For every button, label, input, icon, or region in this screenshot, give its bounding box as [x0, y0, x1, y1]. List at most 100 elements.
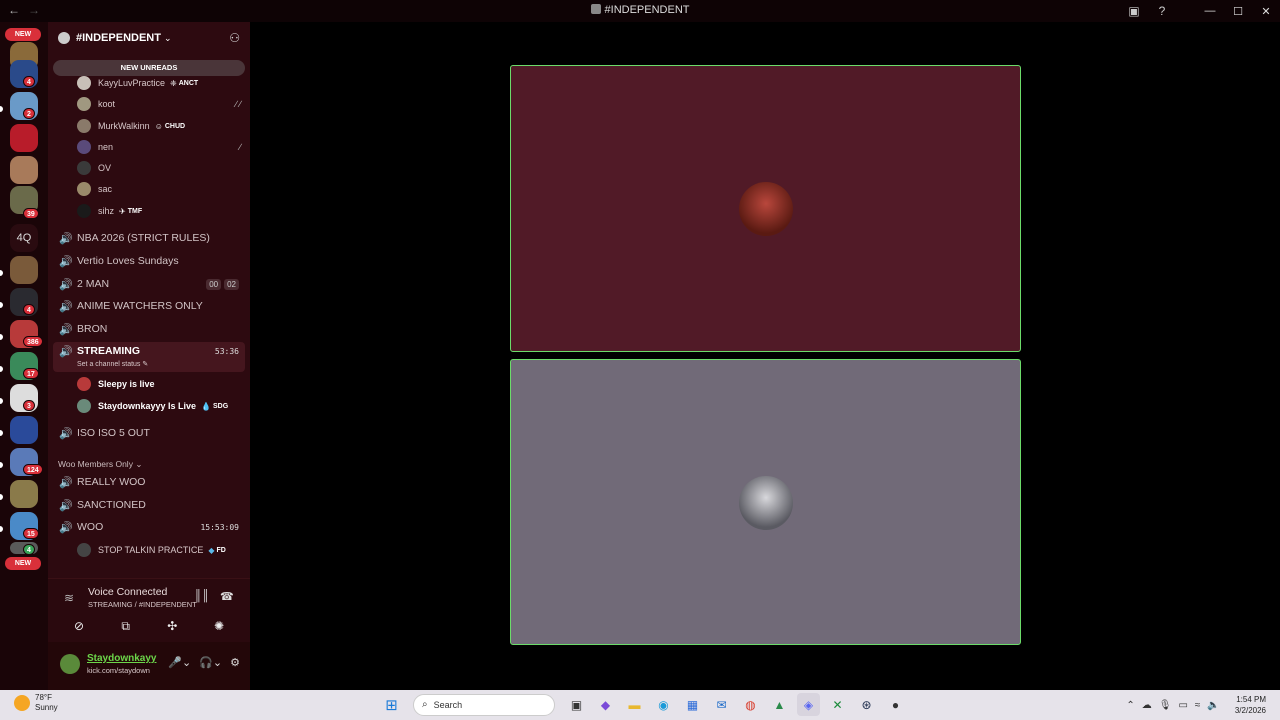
- task-view-icon[interactable]: ▣: [565, 693, 588, 716]
- user-tag: ❈ ANCT: [170, 78, 199, 88]
- server-icon: [590, 4, 601, 14]
- discord-icon[interactable]: ◈: [797, 693, 820, 716]
- speaker-icon: 🔊: [59, 278, 73, 291]
- display-icon[interactable]: ▭: [1178, 700, 1187, 711]
- voice-user[interactable]: Sleepy is live: [77, 374, 245, 394]
- steam-icon[interactable]: ⊛: [855, 693, 878, 716]
- chrome-icon[interactable]: ◍: [739, 693, 762, 716]
- voice-channel[interactable]: 🔊 REALLY WOO: [53, 471, 245, 493]
- voice-user[interactable]: koot ∕ ∕: [77, 94, 245, 114]
- voice-channel[interactable]: 🔊 WOO 15:53:09: [53, 516, 245, 538]
- forward-arrow-icon[interactable]: →: [28, 3, 40, 17]
- channel-status[interactable]: Set a channel status ✎: [77, 360, 148, 368]
- speaker-icon: 🔊: [59, 499, 73, 512]
- search-icon: ⌕: [422, 699, 428, 710]
- camera-off-button[interactable]: ⊘: [56, 615, 102, 637]
- voice-user[interactable]: STOP TALKIN PRACTICE ◆ FD: [77, 540, 245, 560]
- participant-tile[interactable]: [510, 359, 1021, 645]
- server-icon[interactable]: [10, 256, 38, 284]
- screen-share-button[interactable]: ⧉: [103, 615, 149, 637]
- user-status: kick.com/staydown: [87, 666, 150, 675]
- microphone-icon[interactable]: 🎙: [1159, 700, 1172, 711]
- server-header[interactable]: #INDEPENDENT ⌄ ⚇: [48, 22, 250, 54]
- unread-badge: 3: [23, 400, 35, 411]
- avatar[interactable]: [60, 654, 80, 674]
- speaker-icon: 🔊: [59, 232, 73, 245]
- voice-channel[interactable]: 🔊 ANIME WATCHERS ONLY: [53, 295, 245, 317]
- clock[interactable]: 1:54 PM 3/2/2026: [1235, 694, 1266, 716]
- voice-channel[interactable]: 🔊 NBA 2026 (STRICT RULES): [53, 227, 245, 249]
- active-voice-channel[interactable]: 🔊 STREAMING 53:36 Set a channel status ✎: [53, 342, 245, 372]
- unread-badge: 4: [23, 76, 35, 87]
- user-tag: ✈ TMF: [119, 206, 143, 216]
- voice-channel[interactable]: 🔊 ISO ISO 5 OUT: [53, 422, 245, 444]
- wifi-icon[interactable]: ≈: [1195, 700, 1201, 711]
- volume-icon[interactable]: 🔈: [1207, 700, 1219, 711]
- outlook-icon[interactable]: ✉: [710, 693, 733, 716]
- voice-user[interactable]: OV: [77, 158, 245, 178]
- voice-user[interactable]: sac: [77, 179, 245, 199]
- server-icon[interactable]: 4Q: [10, 224, 38, 252]
- unread-badge: 15: [23, 528, 39, 539]
- minimize-button[interactable]: —: [1196, 0, 1224, 22]
- xbox-icon[interactable]: ✕: [826, 693, 849, 716]
- weather-widget[interactable]: 78°F Sunny: [14, 693, 58, 713]
- app-icon[interactable]: ▲: [768, 693, 791, 716]
- muted-deafened-icon: ∕ ∕: [235, 99, 241, 109]
- avatar: [77, 97, 91, 111]
- voice-channel[interactable]: 🔊 Vertio Loves Sundays: [53, 250, 245, 272]
- inbox-icon[interactable]: ▣: [1120, 0, 1148, 22]
- participant-tile[interactable]: [510, 65, 1021, 352]
- windows-start-icon[interactable]: ⊞: [380, 693, 403, 716]
- store-icon[interactable]: ▦: [681, 693, 704, 716]
- server-icon[interactable]: [10, 416, 38, 444]
- voice-user[interactable]: sihz ✈ TMF: [77, 201, 245, 221]
- chevron-up-icon[interactable]: ⌃: [1126, 700, 1134, 711]
- copilot-icon[interactable]: ◆: [594, 693, 617, 716]
- network-icon[interactable]: ☁: [1142, 700, 1152, 711]
- user-panel: Staydownkayy kick.com/staydown 🎤⌄ 🎧⌄ ⚙: [48, 642, 250, 690]
- voice-channel[interactable]: 🔊 BRON: [53, 318, 245, 340]
- close-button[interactable]: ✕: [1252, 0, 1280, 22]
- gear-icon[interactable]: ⚙: [230, 656, 240, 669]
- new-pill[interactable]: NEW: [5, 557, 41, 570]
- app-icon[interactable]: ●: [884, 693, 907, 716]
- noise-suppression-icon[interactable]: ║║: [194, 590, 210, 602]
- voice-user[interactable]: Staydownkayyy Is Live 💧 SDG: [77, 396, 245, 416]
- avatar: [77, 377, 91, 391]
- search-box[interactable]: ⌕ Search: [413, 693, 555, 716]
- unread-indicator: [0, 302, 3, 308]
- activities-button[interactable]: ✣: [149, 615, 195, 637]
- server-icon[interactable]: [10, 124, 38, 152]
- voice-status[interactable]: Voice Connected: [88, 586, 167, 598]
- microphone-icon[interactable]: 🎤⌄: [168, 656, 191, 669]
- avatar: [77, 140, 91, 154]
- disconnect-icon[interactable]: ☎: [220, 590, 234, 603]
- droplet-icon: 💧: [201, 401, 212, 411]
- channel-category[interactable]: Woo Members Only ⌄: [58, 459, 142, 470]
- unread-badge: 39: [23, 208, 39, 219]
- avatar: [77, 182, 91, 196]
- add-user-icon[interactable]: ⚇: [229, 31, 240, 45]
- signal-icon[interactable]: ≋: [64, 591, 74, 605]
- back-arrow-icon[interactable]: ←: [8, 3, 20, 17]
- file-explorer-icon[interactable]: ▬: [623, 693, 646, 716]
- voice-user[interactable]: KayyLuvPractice ❈ ANCT: [77, 73, 245, 93]
- maximize-button[interactable]: ☐: [1224, 0, 1252, 22]
- voice-user[interactable]: MurkWalkinn ☺ CHUD: [77, 116, 245, 136]
- voice-user[interactable]: nen ∕: [77, 137, 245, 157]
- voice-channel[interactable]: 🔊 2 MAN 00 02: [53, 273, 245, 295]
- avatar: [77, 119, 91, 133]
- voice-channel[interactable]: 🔊 SANCTIONED: [53, 494, 245, 516]
- user-tag: ☺ CHUD: [154, 121, 186, 131]
- server-icon[interactable]: [10, 156, 38, 184]
- new-pill[interactable]: NEW: [5, 28, 41, 41]
- edge-icon[interactable]: ◉: [652, 693, 675, 716]
- username[interactable]: Staydownkayy: [87, 653, 156, 664]
- voice-location[interactable]: STREAMING / #INDEPENDENT: [88, 600, 197, 609]
- headphones-icon[interactable]: 🎧⌄: [199, 656, 222, 669]
- server-icon[interactable]: [10, 480, 38, 508]
- taskbar: 78°F Sunny ⊞ ⌕ Search ▣ ◆ ▬ ◉ ▦ ✉ ◍ ▲ ◈ ✕…: [0, 690, 1280, 720]
- soundboard-button[interactable]: ✺: [196, 615, 242, 637]
- help-icon[interactable]: ?: [1148, 0, 1176, 22]
